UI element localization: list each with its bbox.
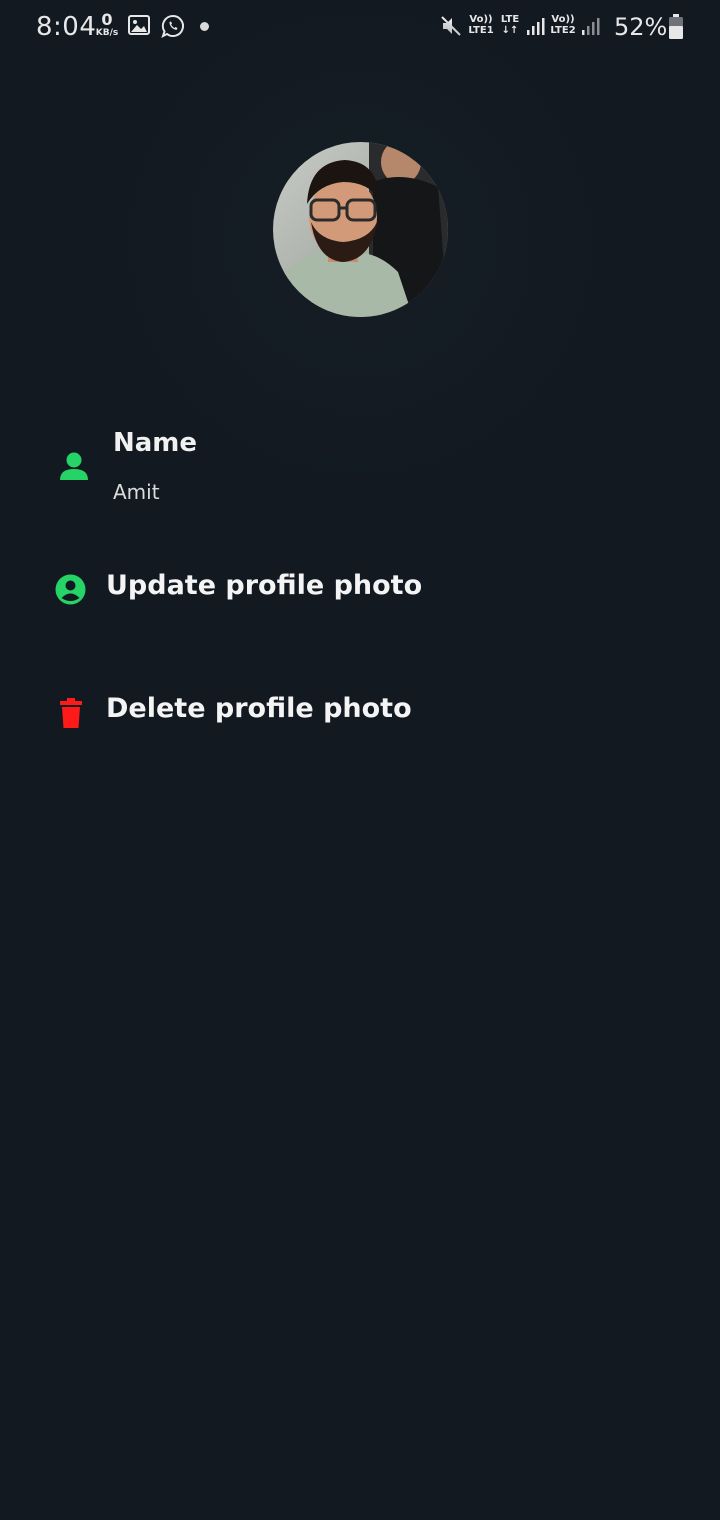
whatsapp-icon [161, 14, 185, 42]
battery-icon [668, 14, 684, 44]
update-profile-photo-button[interactable]: Update profile photo [0, 560, 720, 620]
status-time: 8:04 [36, 12, 97, 42]
sim2-bottom-text: LTE2 [550, 25, 576, 36]
person-icon [59, 451, 89, 485]
notification-dot [200, 22, 209, 31]
battery-percent: 52% [614, 13, 668, 41]
profile-avatar[interactable] [273, 142, 448, 317]
profile-screen: 8:04 0 KB/s Vo)) LTE1 LTE ↓↑ Vo)) LTE2 5… [0, 0, 720, 1520]
account-circle-icon [55, 574, 86, 609]
gallery-icon [128, 14, 150, 40]
sim1-top-text: Vo)) [469, 14, 493, 25]
data-speed: 0 KB/s [92, 12, 122, 38]
profile-photo [273, 142, 448, 317]
trash-icon [60, 698, 82, 732]
name-title: Name [113, 428, 198, 458]
delete-profile-photo-label: Delete profile photo [106, 693, 412, 724]
lte-bottom-text: ↓↑ [501, 25, 519, 36]
sim2-top-text: Vo)) [551, 14, 575, 25]
lte-top-text: LTE [500, 14, 520, 25]
name-row[interactable]: Name Amit [0, 420, 720, 520]
delete-profile-photo-button[interactable]: Delete profile photo [0, 683, 720, 743]
signal-icon [526, 16, 546, 40]
update-profile-photo-label: Update profile photo [106, 570, 423, 601]
name-value: Amit [113, 480, 160, 504]
lte-indicator: LTE ↓↑ [498, 14, 522, 36]
signal-icon-sim2 [581, 16, 601, 40]
data-speed-value: 0 [101, 10, 113, 29]
sim2-indicator: Vo)) LTE2 [548, 14, 578, 36]
data-speed-unit: KB/s [95, 28, 119, 38]
